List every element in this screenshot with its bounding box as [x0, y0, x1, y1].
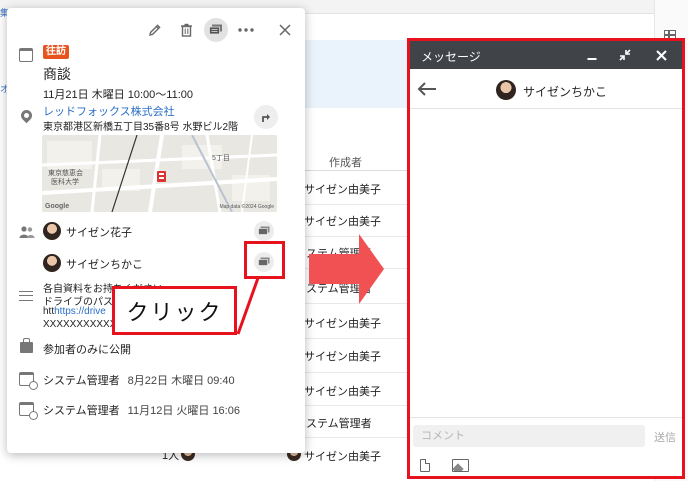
map-label: 医科大学	[51, 179, 79, 186]
map-preview[interactable]: 東京慈恵会 医科大学 5丁目 Google Map data ©2024 Goo…	[42, 135, 277, 212]
click-callout: クリック	[112, 286, 237, 335]
event-type-tag: 往訪	[43, 45, 69, 59]
arrow-right-icon	[359, 234, 384, 304]
table-cell-author[interactable]: サイゼン由美子	[304, 448, 381, 464]
column-header-author: 作成者	[329, 157, 362, 169]
pencil-icon[interactable]	[146, 21, 164, 39]
highlight-frame	[407, 38, 685, 479]
memo-line: htthttps://drive	[43, 306, 106, 317]
directions-arrow-icon	[262, 114, 270, 122]
location-pin-icon	[18, 107, 35, 124]
event-title: 商談	[43, 66, 71, 82]
table-cell-author[interactable]: サイゼン由美子	[304, 315, 381, 331]
arrow-right-icon	[309, 254, 359, 284]
table-cell-author[interactable]: サイゼン由美子	[304, 213, 381, 229]
visibility-text: 参加者のみに公開	[43, 344, 131, 356]
memo-line: XXXXXXXXXXX	[43, 319, 117, 330]
memo-link[interactable]: https://drive	[54, 306, 106, 317]
more-icon[interactable]	[237, 21, 255, 39]
briefcase-icon	[20, 338, 33, 353]
event-detail-popup: 往訪 商談 11月21日 木曜日 10:00〜11:00 レッドフォックス株式会…	[7, 8, 305, 453]
table-cell-author[interactable]: ステム管理者	[306, 415, 372, 431]
history-created: システム管理者 8月22日 木曜日 09:40	[43, 372, 235, 388]
company-link[interactable]: レッドフォックス株式会社	[43, 103, 175, 119]
history-updated: システム管理者 11月12日 火曜日 16:06	[43, 402, 240, 418]
table-cell-author[interactable]: サイゼン由美子	[304, 181, 381, 197]
people-icon	[19, 226, 35, 238]
address-text: 東京都港区新橋五丁目35番8号 水野ビル2階	[43, 122, 239, 133]
history-timestamp: 8月22日 木曜日 09:40	[127, 375, 235, 387]
history-user: システム管理者	[43, 405, 120, 417]
history-timestamp: 11月12日 火曜日 16:06	[127, 405, 240, 417]
map-attribution: Map data ©2024 Google	[219, 204, 274, 210]
memo-text: htt	[43, 306, 55, 317]
attendee-name: サイゼンちかこ	[66, 259, 143, 271]
attendee-name: サイゼン花子	[66, 227, 132, 239]
map-google-logo: Google	[45, 203, 70, 210]
directions-button[interactable]	[254, 105, 278, 129]
table-cell-author[interactable]: サイゼン由美子	[304, 348, 381, 364]
close-icon[interactable]	[276, 21, 294, 39]
history-user: システム管理者	[43, 375, 120, 387]
chat-icon[interactable]	[254, 221, 274, 241]
calendar-edit-icon	[19, 402, 38, 420]
chat-icon[interactable]	[204, 18, 228, 42]
map-label: 5丁目	[212, 155, 230, 162]
avatar	[43, 254, 61, 272]
highlight-box	[244, 241, 285, 279]
avatar	[43, 222, 61, 240]
calendar-icon	[19, 48, 33, 62]
event-datetime: 11月21日 木曜日 10:00〜11:00	[43, 89, 194, 101]
calendar-add-icon	[19, 372, 38, 390]
table-cell-author[interactable]: サイゼン由美子	[304, 383, 381, 399]
memo-icon	[19, 291, 33, 301]
trash-icon[interactable]	[177, 21, 195, 39]
